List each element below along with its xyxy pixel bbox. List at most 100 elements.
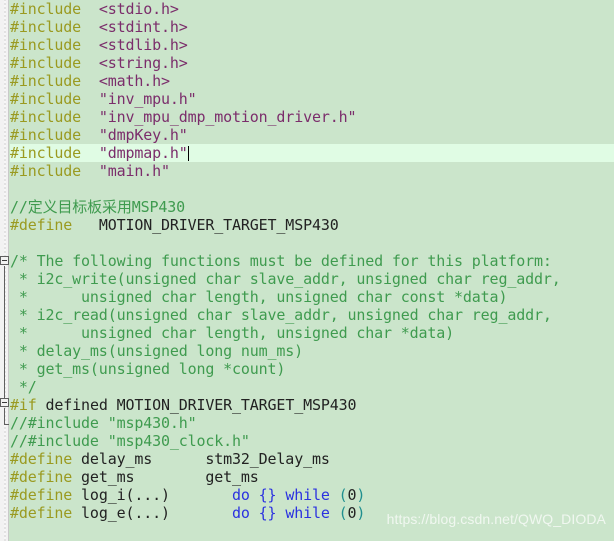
code-token-inc: "inv_mpu.h" bbox=[98, 90, 197, 108]
code-line[interactable]: * i2c_read(unsigned char slave_addr, uns… bbox=[10, 306, 614, 324]
code-token-kw: do {} while bbox=[232, 486, 330, 504]
code-token-id bbox=[81, 108, 99, 126]
fold-comment-block[interactable] bbox=[0, 256, 11, 408]
code-token-id bbox=[330, 504, 339, 522]
code-line[interactable]: * delay_ms(unsigned long num_ms) bbox=[10, 342, 614, 360]
code-line[interactable]: #include "inv_mpu.h" bbox=[10, 90, 614, 108]
code-line[interactable]: */ bbox=[10, 378, 614, 396]
code-token-id: log_i(...) bbox=[72, 486, 233, 504]
code-token-pp: #include bbox=[10, 90, 82, 108]
code-token-cmt: //#include "msp430_clock.h" bbox=[10, 432, 250, 450]
code-token-id bbox=[81, 18, 99, 36]
code-token-id: MOTION_DRIVER_TARGET_MSP430 bbox=[72, 216, 339, 234]
code-token-id bbox=[81, 0, 99, 18]
code-line[interactable]: #include <stdlib.h> bbox=[10, 36, 614, 54]
code-token-pp: #include bbox=[10, 126, 82, 144]
code-line[interactable] bbox=[10, 180, 614, 198]
code-token-pp: #define bbox=[10, 504, 73, 522]
code-token-pp: #define bbox=[10, 450, 73, 468]
code-line[interactable]: #include "dmpKey.h" bbox=[10, 126, 614, 144]
code-token-inc: <string.h> bbox=[98, 54, 188, 72]
code-line[interactable]: #define delay_ms stm32_Delay_ms bbox=[10, 450, 614, 468]
code-token-inc: <stdlib.h> bbox=[98, 36, 188, 54]
code-token-id: delay_ms stm32_Delay_ms bbox=[72, 450, 330, 468]
fold-collapse-icon[interactable] bbox=[0, 256, 9, 265]
fold-guide-line bbox=[4, 408, 5, 424]
code-token-pp: #include bbox=[10, 72, 82, 90]
code-line[interactable] bbox=[10, 234, 614, 252]
code-line[interactable]: #define MOTION_DRIVER_TARGET_MSP430 bbox=[10, 216, 614, 234]
fold-collapse-icon[interactable] bbox=[0, 398, 9, 407]
code-token-pp: #define bbox=[10, 486, 73, 504]
code-line[interactable]: * get_ms(unsigned long *count) bbox=[10, 360, 614, 378]
code-token-punct: ) bbox=[356, 486, 366, 504]
code-line[interactable]: #define log_e(...) do {} while (0) bbox=[10, 504, 614, 522]
code-token-id bbox=[81, 126, 99, 144]
code-token-id bbox=[330, 486, 339, 504]
code-line[interactable]: * unsigned char length, unsigned char *d… bbox=[10, 324, 614, 342]
code-token-cmt: * delay_ms(unsigned long num_ms) bbox=[10, 342, 304, 360]
code-token-cmt: * unsigned char length, unsigned char co… bbox=[10, 288, 508, 306]
code-line[interactable]: #include "dmpmap.h" bbox=[10, 144, 614, 162]
code-token-pp: #define bbox=[10, 216, 73, 234]
code-line[interactable]: #define log_i(...) do {} while (0) bbox=[10, 486, 614, 504]
code-token-pp: #define bbox=[10, 468, 73, 486]
code-token-inc: "dmpmap.h" bbox=[98, 144, 188, 162]
code-token-cmt: * i2c_read(unsigned char slave_addr, uns… bbox=[10, 306, 552, 324]
code-token-pp: #include bbox=[10, 36, 82, 54]
code-line[interactable]: #include "inv_mpu_dmp_motion_driver.h" bbox=[10, 108, 614, 126]
code-token-inc: "main.h" bbox=[98, 162, 170, 180]
code-text-area[interactable]: #include <stdio.h> #include <stdint.h> #in… bbox=[10, 0, 614, 541]
code-token-inc: "dmpKey.h" bbox=[98, 126, 188, 144]
code-token-kw: do {} while bbox=[232, 504, 330, 522]
text-caret bbox=[187, 146, 189, 161]
code-line[interactable]: * i2c_write(unsigned char slave_addr, un… bbox=[10, 270, 614, 288]
code-line[interactable]: //#include "msp430.h" bbox=[10, 414, 614, 432]
code-token-inc: <math.h> bbox=[98, 72, 170, 90]
code-line[interactable]: /* The following functions must be defin… bbox=[10, 252, 614, 270]
fold-end-tick bbox=[4, 424, 9, 425]
code-token-cmt: //#include "msp430.h" bbox=[10, 414, 197, 432]
code-token-inc: <stdio.h> bbox=[98, 0, 179, 18]
code-token-punct: ) bbox=[356, 504, 366, 522]
code-token-id bbox=[81, 54, 99, 72]
code-token-punct: ( bbox=[338, 504, 348, 522]
code-token-pp: #include bbox=[10, 0, 82, 18]
code-line[interactable]: #include <math.h> bbox=[10, 72, 614, 90]
code-token-id bbox=[81, 72, 99, 90]
code-token-id: get_ms get_ms bbox=[72, 468, 259, 486]
code-token-punct: ( bbox=[338, 486, 348, 504]
code-editor-window[interactable]: #include <stdio.h> #include <stdint.h> #in… bbox=[0, 0, 614, 541]
code-token-inc: "inv_mpu_dmp_motion_driver.h" bbox=[98, 108, 357, 126]
code-token-cmt: * i2c_write(unsigned char slave_addr, un… bbox=[10, 270, 561, 288]
code-token-id bbox=[81, 162, 99, 180]
fold-guide-line bbox=[4, 266, 5, 406]
code-line[interactable]: #include <string.h> bbox=[10, 54, 614, 72]
code-token-id: defined MOTION_DRIVER_TARGET_MSP430 bbox=[36, 396, 357, 414]
fold-if-block[interactable] bbox=[0, 398, 11, 426]
code-token-cmt: //定义目标板采用MSP430 bbox=[10, 198, 185, 216]
code-line[interactable]: #include <stdio.h> bbox=[10, 0, 614, 18]
code-token-cmt: * get_ms(unsigned long *count) bbox=[10, 360, 286, 378]
code-token-pp: #include bbox=[10, 108, 82, 126]
code-token-id bbox=[81, 90, 99, 108]
code-token-id bbox=[81, 144, 99, 162]
code-line[interactable]: #if defined MOTION_DRIVER_TARGET_MSP430 bbox=[10, 396, 614, 414]
code-token-pp: #include bbox=[10, 144, 82, 162]
code-line[interactable]: * unsigned char length, unsigned char co… bbox=[10, 288, 614, 306]
code-line[interactable]: //定义目标板采用MSP430 bbox=[10, 198, 614, 216]
code-token-inc: <stdint.h> bbox=[98, 18, 188, 36]
code-line[interactable]: //#include "msp430_clock.h" bbox=[10, 432, 614, 450]
code-line[interactable]: #include <stdint.h> bbox=[10, 18, 614, 36]
code-token-cmt: /* The following functions must be defin… bbox=[10, 252, 552, 270]
code-token-id: log_e(...) bbox=[72, 504, 233, 522]
code-token-pp: #include bbox=[10, 162, 82, 180]
code-line[interactable]: #define get_ms get_ms bbox=[10, 468, 614, 486]
code-token-pp: #include bbox=[10, 54, 82, 72]
code-token-pp: #if bbox=[10, 396, 37, 414]
code-line[interactable]: #include "main.h" bbox=[10, 162, 614, 180]
code-token-cmt: */ bbox=[10, 378, 37, 396]
code-token-pp: #include bbox=[10, 18, 82, 36]
code-token-cmt: * unsigned char length, unsigned char *d… bbox=[10, 324, 455, 342]
code-token-id bbox=[81, 36, 99, 54]
